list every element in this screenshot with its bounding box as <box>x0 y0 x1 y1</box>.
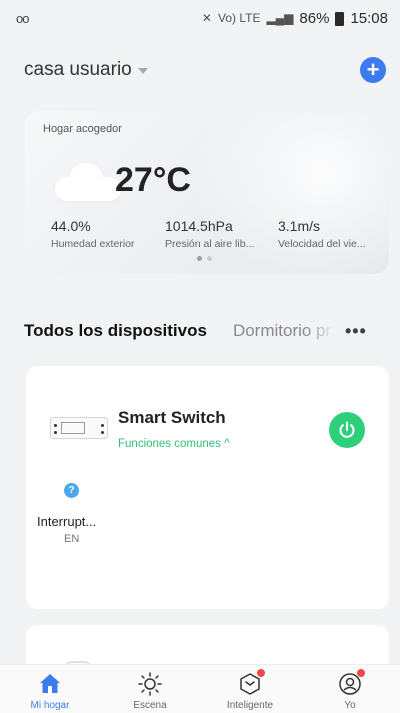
pressure-label: Presión al aire lib... <box>165 238 255 250</box>
tab-all-devices[interactable]: Todos los dispositivos <box>24 321 207 341</box>
sun-icon <box>138 672 162 696</box>
nav-scene-label: Escena <box>133 700 167 711</box>
nav-smart-label: Inteligente <box>226 700 274 711</box>
device-card[interactable]: Smart Switch Funciones comunes ^ ? Inter… <box>26 366 389 609</box>
add-device-button[interactable]: + <box>360 57 386 83</box>
weather-card[interactable]: Hogar acogedor 27°C 44.0% Humedad exteri… <box>25 111 389 274</box>
weather-title: Hogar acogedor <box>43 123 122 135</box>
app-header: casa usuario + <box>24 54 386 86</box>
mute-icon: ✕ <box>201 11 212 25</box>
device-name: Smart Switch <box>118 408 226 427</box>
humidity-value: 44.0% <box>51 218 91 234</box>
nav-me-label: Yo <box>344 700 356 711</box>
status-icons: ✕ Vo) LTE ▂▄▆ 86% 15:08 <box>202 10 388 27</box>
help-icon[interactable]: ? <box>64 483 79 498</box>
notification-badge <box>257 669 265 677</box>
battery-percent: 86% <box>299 9 330 27</box>
nav-scene[interactable]: Escena <box>105 665 195 713</box>
carrier-label: Vo) LTE <box>217 11 261 25</box>
page-indicator <box>197 256 212 261</box>
profile-icon <box>337 669 365 697</box>
sub-device-name[interactable]: Interrupt... <box>37 514 96 529</box>
nav-home-label: Mi hogar <box>30 700 70 711</box>
notification-badge <box>357 669 365 677</box>
status-bar: oo ✕ Vo) LTE ▂▄▆ 86% 15:08 <box>0 0 400 36</box>
battery-icon <box>335 12 345 26</box>
sub-device-status: EN <box>64 533 80 545</box>
nav-me[interactable]: Yo <box>305 665 395 713</box>
pressure-stat: 1014.5hPa Presión al aire lib... <box>165 218 254 250</box>
smart-icon <box>237 669 265 697</box>
clock: 15:08 <box>350 9 388 27</box>
cloud-icon <box>55 163 123 201</box>
home-selector[interactable]: casa usuario <box>24 59 148 81</box>
plus-icon: + <box>366 57 380 82</box>
humidity-label: Humedad exterior <box>51 238 135 250</box>
power-toggle-button[interactable] <box>329 412 365 448</box>
bottom-nav: Mi hogar Escena Inteligente Yo <box>0 664 400 713</box>
signal-icon: ▂▄▆ <box>266 11 294 25</box>
device-image <box>50 417 108 439</box>
nav-smart[interactable]: Inteligente <box>205 665 295 713</box>
temperature: 27°C <box>115 161 191 199</box>
wind-stat: 3.1m/s Velocidad del vie... <box>278 218 366 250</box>
tab-bedroom[interactable]: Dormitorio pr <box>233 321 335 341</box>
power-icon <box>339 421 355 438</box>
page-dot <box>197 256 202 261</box>
humidity-stat: 44.0% Humedad exterior <box>51 218 134 250</box>
voicemail-icon: oo <box>16 10 30 26</box>
nav-home[interactable]: Mi hogar <box>5 665 95 713</box>
common-functions-link[interactable]: Funciones comunes ^ <box>118 438 230 450</box>
home-name: casa usuario <box>24 59 132 80</box>
more-icon[interactable]: ••• <box>345 321 367 342</box>
wind-label: Velocidad del vie... <box>278 238 366 250</box>
room-tabs: Todos los dispositivos Dormitorio pr ••• <box>24 318 390 344</box>
page-dot <box>207 256 212 261</box>
home-icon <box>40 674 60 693</box>
wind-value: 3.1m/s <box>278 218 321 234</box>
pressure-value: 1014.5hPa <box>165 218 233 234</box>
caret-down-icon <box>137 68 148 74</box>
